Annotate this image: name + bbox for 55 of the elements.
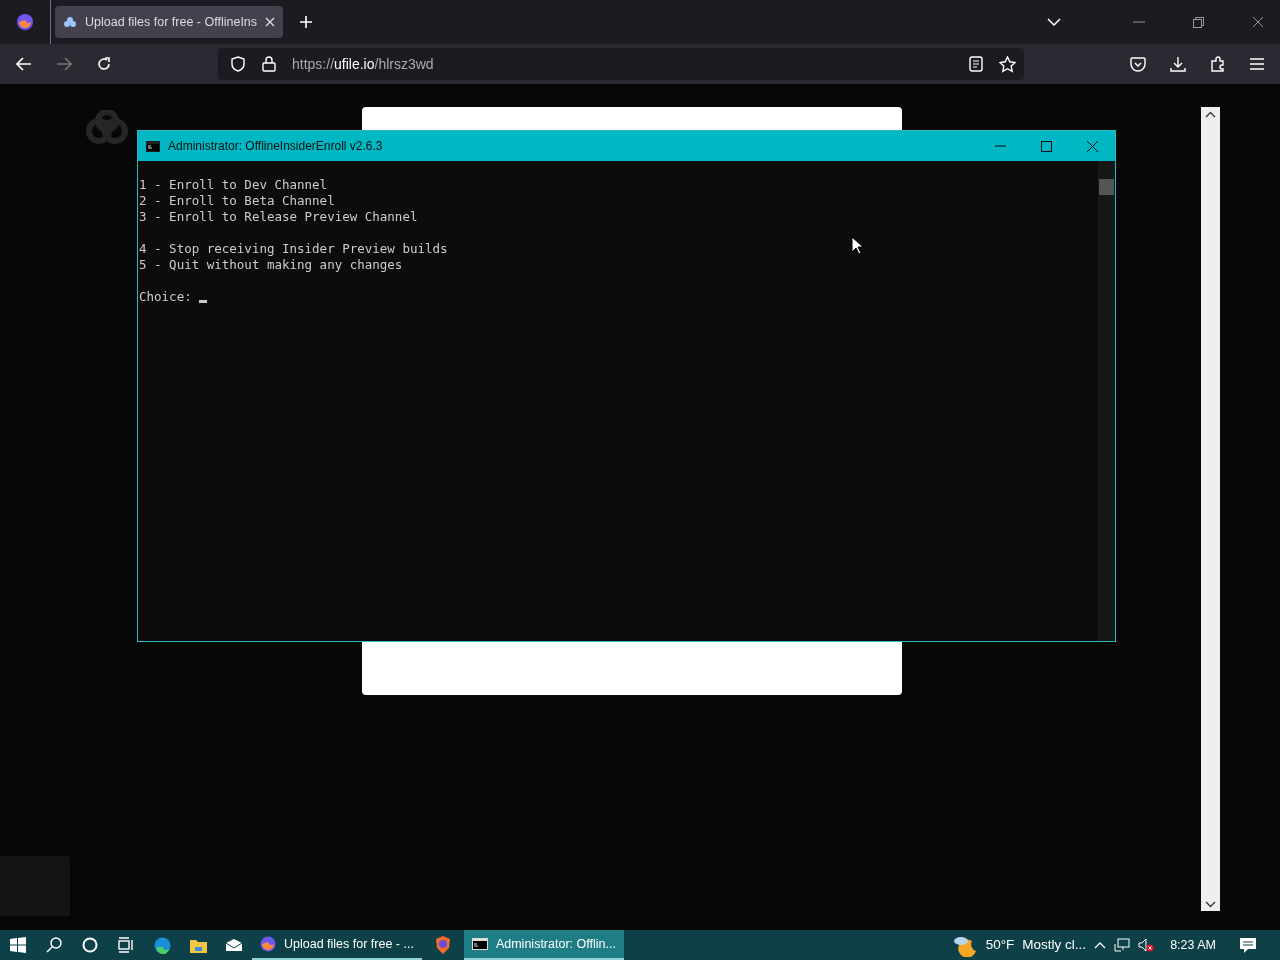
menu-icon[interactable] (1250, 58, 1264, 70)
temperature-text[interactable]: 50°F (985, 934, 1015, 956)
reload-button[interactable] (96, 56, 112, 72)
tab-list-button[interactable] (1047, 17, 1061, 27)
lock-icon[interactable] (262, 56, 276, 72)
tab-title: Upload files for free - OfflineIns (85, 13, 258, 31)
scroll-up-icon[interactable] (1205, 111, 1216, 118)
firefox-icon[interactable] (16, 13, 34, 31)
taskbar-app[interactable]: Upload files for free - ... (252, 930, 422, 960)
maximize-icon[interactable] (1040, 140, 1052, 152)
logo-icon (84, 110, 130, 146)
address-bar[interactable]: https://ufile.io/hlrsz3wd (218, 48, 1024, 80)
console-line: 4 - Stop receiving Insider Preview builds (139, 241, 448, 257)
firefox-icon (260, 936, 276, 952)
taskbar-app[interactable]: Administrator: Offlin... (463, 930, 624, 960)
close-icon[interactable] (1086, 140, 1098, 152)
shield-icon[interactable] (230, 56, 246, 72)
console-icon (146, 140, 160, 152)
notification-icon[interactable] (1240, 937, 1256, 953)
weather-text[interactable]: Mostly cl... (1022, 934, 1087, 956)
console-line: 3 - Enroll to Release Preview Channel (139, 209, 418, 225)
site-icon (63, 16, 77, 28)
forward-button[interactable] (56, 57, 72, 71)
console-line: 5 - Quit without making any changes (139, 257, 403, 273)
window-title: Administrator: OfflineInsiderEnroll v2.6.3 (168, 138, 383, 155)
console-icon (471, 938, 488, 950)
console-line: 1 - Enroll to Dev Channel (139, 177, 328, 193)
extensions-icon[interactable] (1210, 56, 1226, 72)
mouse-cursor-icon (851, 236, 863, 255)
minimize-icon[interactable] (994, 145, 1006, 147)
url-text: https://ufile.io/hlrsz3wd (292, 54, 434, 74)
scroll-down-icon[interactable] (1205, 901, 1216, 908)
circle-icon[interactable] (82, 937, 98, 953)
task-view-icon[interactable] (118, 937, 134, 953)
search-icon[interactable] (46, 937, 62, 953)
restore-button[interactable] (1193, 16, 1204, 28)
network-icon[interactable] (1114, 938, 1131, 952)
new-tab-button[interactable] (299, 15, 314, 29)
windows-logo-icon[interactable] (10, 937, 26, 953)
reader-view-icon[interactable] (969, 56, 983, 72)
pocket-icon[interactable] (1130, 56, 1146, 72)
console-prompt: Choice: (139, 289, 193, 305)
browser-tab[interactable]: Upload files for free - OfflineIns (55, 6, 284, 38)
clock-text[interactable]: 8:23 AM (1170, 935, 1216, 955)
speaker-muted-icon[interactable] (1138, 938, 1155, 952)
scrollbar[interactable] (1201, 107, 1220, 911)
bookmark-star-icon[interactable] (999, 55, 1016, 73)
download-icon[interactable] (1170, 56, 1186, 72)
console-line: 2 - Enroll to Beta Channel (139, 193, 335, 209)
close-tab-icon[interactable] (265, 17, 276, 27)
close-button[interactable] (1252, 16, 1264, 28)
back-button[interactable] (16, 57, 32, 71)
text-cursor (199, 300, 208, 303)
console-scrollbar[interactable] (1098, 161, 1115, 641)
chevron-up-icon[interactable] (1094, 941, 1107, 949)
